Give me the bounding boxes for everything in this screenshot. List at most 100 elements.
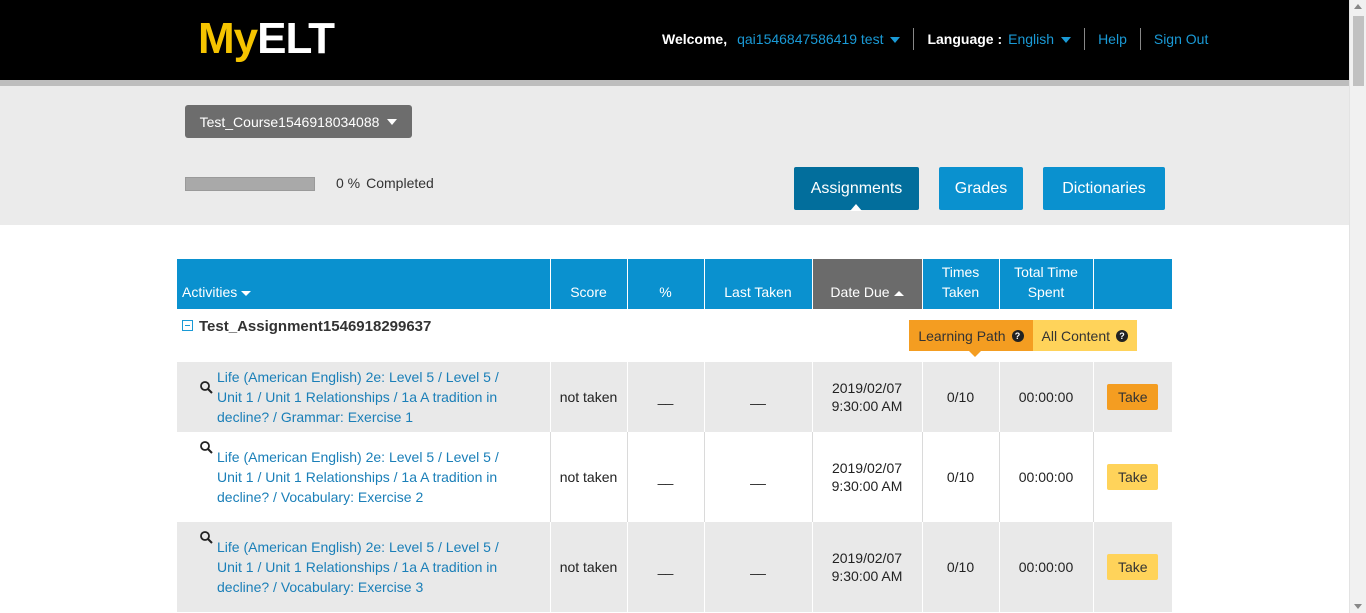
total-time-cell: 00:00:00 bbox=[999, 362, 1094, 432]
action-cell: Take bbox=[1093, 522, 1172, 612]
last-taken-cell: __ bbox=[704, 432, 813, 522]
divider bbox=[913, 28, 915, 50]
username: qai1546847586419 test bbox=[737, 31, 884, 47]
date-due-date: 2019/02/07 bbox=[831, 550, 903, 566]
header-total-line2: Spent bbox=[1027, 284, 1065, 300]
learning-path-button[interactable]: Learning Path? bbox=[909, 320, 1033, 357]
percent-cell: __ bbox=[627, 432, 705, 522]
header-activities-label: Activities bbox=[182, 284, 238, 300]
action-cell: Take bbox=[1093, 362, 1172, 432]
header-date-due[interactable]: Date Due bbox=[812, 259, 923, 309]
score-cell: not taken bbox=[550, 432, 628, 522]
tab-assignments[interactable]: Assignments bbox=[794, 167, 919, 211]
search-icon[interactable] bbox=[200, 441, 213, 454]
header-activities[interactable]: Activities bbox=[177, 259, 551, 309]
all-content-button[interactable]: All Content? bbox=[1032, 320, 1137, 351]
activity-link[interactable]: Life (American English) 2e: Level 5 / Le… bbox=[217, 369, 499, 425]
progress-text: 0 % Completed bbox=[336, 175, 434, 191]
total-time-cell: 00:00:00 bbox=[999, 522, 1094, 612]
tab-grades[interactable]: Grades bbox=[939, 167, 1023, 210]
activity-link[interactable]: Life (American English) 2e: Level 5 / Le… bbox=[217, 539, 499, 595]
divider bbox=[1084, 28, 1086, 50]
scroll-up-icon[interactable] bbox=[1354, 4, 1362, 9]
course-selector[interactable]: Test_Course1546918034088 bbox=[185, 105, 412, 138]
sort-up-icon bbox=[893, 290, 904, 296]
progress-label: Completed bbox=[366, 175, 434, 191]
table-row: Life (American English) 2e: Level 5 / Le… bbox=[177, 432, 1172, 522]
times-taken-cell: 0/10 bbox=[922, 522, 1000, 612]
language-value: English bbox=[1008, 31, 1055, 47]
date-due-date: 2019/02/07 bbox=[831, 460, 903, 476]
score-cell: not taken bbox=[550, 522, 628, 612]
header-total-time[interactable]: Total Time Spent bbox=[999, 259, 1094, 309]
header-date-due-label: Date Due bbox=[830, 284, 890, 300]
header-last-taken[interactable]: Last Taken bbox=[704, 259, 813, 309]
header-action bbox=[1093, 259, 1172, 309]
search-icon[interactable] bbox=[200, 531, 213, 544]
tab-dictionaries[interactable]: Dictionaries bbox=[1043, 167, 1165, 210]
sort-down-icon bbox=[241, 290, 252, 296]
collapse-icon[interactable] bbox=[182, 320, 193, 331]
chevron-down-icon bbox=[387, 118, 398, 125]
last-taken-cell: __ bbox=[704, 522, 813, 612]
header-score[interactable]: Score bbox=[550, 259, 628, 309]
header-times-taken[interactable]: Times Taken bbox=[922, 259, 1000, 309]
total-time-cell: 00:00:00 bbox=[999, 432, 1094, 522]
take-button[interactable]: Take bbox=[1107, 384, 1159, 410]
course-name: Test_Course1546918034088 bbox=[199, 113, 380, 130]
table-row: Life (American English) 2e: Level 5 / Le… bbox=[177, 362, 1172, 432]
times-taken-cell: 0/10 bbox=[922, 432, 1000, 522]
activity-cell: Life (American English) 2e: Level 5 / Le… bbox=[177, 522, 551, 612]
date-due-cell: 2019/02/07 9:30:00 AM bbox=[812, 432, 923, 522]
view-toggle: Learning Path? All Content? bbox=[909, 320, 1137, 357]
language-select[interactable]: English bbox=[1008, 31, 1072, 47]
chevron-down-icon bbox=[890, 37, 901, 44]
help-link[interactable]: Help bbox=[1098, 31, 1127, 47]
header-percent[interactable]: % bbox=[627, 259, 705, 309]
learning-path-label: Learning Path bbox=[918, 327, 1006, 344]
scroll-down-icon[interactable] bbox=[1354, 604, 1362, 609]
date-due-time: 9:30:00 AM bbox=[831, 478, 903, 494]
progress-percent: 0 % bbox=[336, 175, 361, 191]
progress-bar bbox=[185, 177, 315, 191]
percent-cell: __ bbox=[627, 522, 705, 612]
all-content-label: All Content bbox=[1041, 327, 1110, 344]
assignment-title: Test_Assignment1546918299637 bbox=[199, 318, 432, 335]
score-cell: not taken bbox=[550, 362, 628, 432]
logo-my: My bbox=[198, 14, 258, 63]
search-icon[interactable] bbox=[200, 381, 213, 394]
activity-link[interactable]: Life (American English) 2e: Level 5 / Le… bbox=[217, 449, 499, 505]
date-due-time: 9:30:00 AM bbox=[831, 568, 903, 584]
header-times-line1: Times bbox=[941, 264, 980, 280]
header-times-line2: Taken bbox=[941, 284, 980, 300]
help-icon[interactable]: ? bbox=[1116, 329, 1128, 342]
date-due-cell: 2019/02/07 9:30:00 AM bbox=[812, 522, 923, 612]
last-taken-cell: __ bbox=[704, 362, 813, 432]
myelt-logo[interactable]: MyELT bbox=[198, 14, 335, 64]
welcome-label: Welcome, bbox=[662, 31, 728, 47]
header-total-line1: Total Time bbox=[1014, 264, 1078, 280]
scrollbar-thumb[interactable] bbox=[1353, 16, 1364, 86]
percent-cell: __ bbox=[627, 362, 705, 432]
table-row: Life (American English) 2e: Level 5 / Le… bbox=[177, 522, 1172, 612]
take-button[interactable]: Take bbox=[1107, 554, 1159, 580]
activity-cell: Life (American English) 2e: Level 5 / Le… bbox=[177, 362, 551, 432]
top-header: MyELT Welcome, qai1546847586419 test Lan… bbox=[0, 0, 1349, 80]
sign-out-link[interactable]: Sign Out bbox=[1154, 31, 1208, 47]
activity-cell: Life (American English) 2e: Level 5 / Le… bbox=[177, 432, 551, 522]
language-label: Language : bbox=[927, 31, 1003, 47]
page-scrollbar[interactable] bbox=[1349, 0, 1366, 613]
date-due-time: 9:30:00 AM bbox=[831, 398, 903, 414]
chevron-down-icon bbox=[1061, 37, 1072, 44]
help-icon[interactable]: ? bbox=[1011, 329, 1024, 342]
take-button[interactable]: Take bbox=[1107, 464, 1159, 490]
date-due-date: 2019/02/07 bbox=[831, 380, 903, 396]
user-menu[interactable]: qai1546847586419 test bbox=[737, 31, 901, 47]
date-due-cell: 2019/02/07 9:30:00 AM bbox=[812, 362, 923, 432]
action-cell: Take bbox=[1093, 432, 1172, 522]
top-nav: Welcome, qai1546847586419 test Language … bbox=[662, 28, 1208, 50]
logo-elt: ELT bbox=[257, 14, 335, 63]
times-taken-cell: 0/10 bbox=[922, 362, 1000, 432]
assignment-row: Test_Assignment1546918299637 Learning Pa… bbox=[177, 309, 1172, 362]
assignments-table: Activities Score % Last Taken Date Due T… bbox=[177, 259, 1172, 612]
